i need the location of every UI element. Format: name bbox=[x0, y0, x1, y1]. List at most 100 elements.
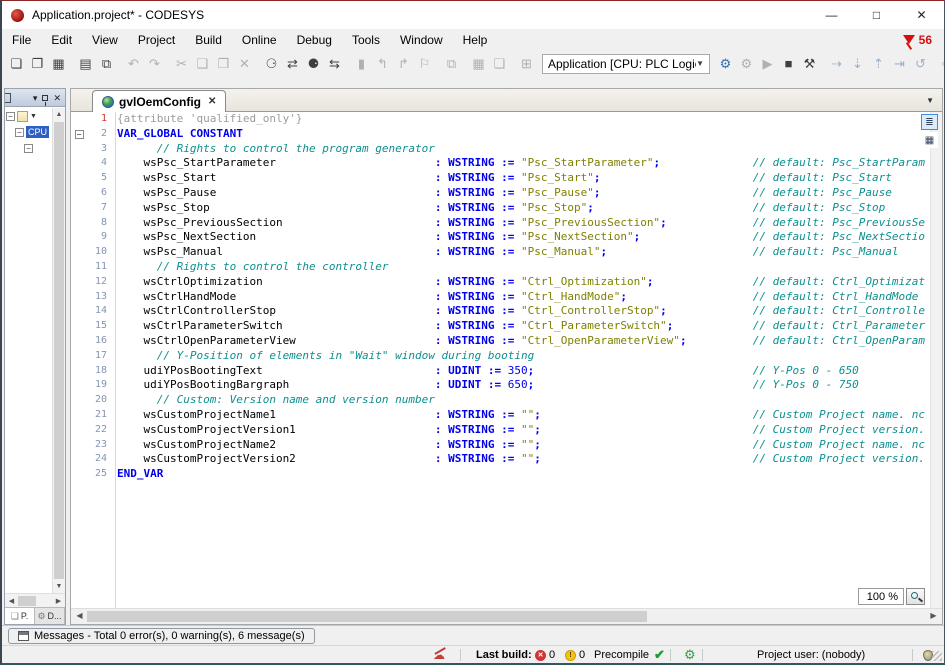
toggle-bookmark-button[interactable]: ▮ bbox=[351, 53, 372, 75]
redo-button[interactable]: ↷ bbox=[144, 53, 165, 75]
menu-item-build[interactable]: Build bbox=[185, 31, 232, 49]
menu-item-online[interactable]: Online bbox=[232, 31, 287, 49]
step-out-button[interactable]: ⇡ bbox=[868, 53, 889, 75]
logout-button[interactable]: ⚙ bbox=[736, 53, 757, 75]
project-user[interactable]: Project user: (nobody) bbox=[757, 646, 865, 664]
scroll-right-arrow[interactable]: ▶ bbox=[927, 611, 940, 620]
delete-button[interactable]: ✕ bbox=[234, 53, 255, 75]
new-file-button[interactable]: ❏ bbox=[6, 53, 27, 75]
clear-bookmarks-button[interactable]: ⚐ bbox=[414, 53, 435, 75]
scroll-left-arrow[interactable]: ◀ bbox=[5, 597, 18, 605]
minimize-button[interactable]: — bbox=[809, 1, 854, 29]
devices-vertical-scrollbar[interactable]: ▲ ▼ bbox=[52, 108, 65, 593]
zoom-button[interactable] bbox=[906, 588, 925, 605]
code-line-12[interactable]: 12 wsCtrlOptimization : WSTRING := "Ctrl… bbox=[71, 275, 942, 290]
scrollbar-thumb[interactable] bbox=[54, 122, 64, 579]
open-project-button[interactable]: ❐ bbox=[27, 53, 48, 75]
previous-bookmark-button[interactable]: ↰ bbox=[372, 53, 393, 75]
code-line-9[interactable]: 9 wsPsc_NextSection : WSTRING := "Psc_Ne… bbox=[71, 230, 942, 245]
expand-toggle[interactable]: − bbox=[6, 112, 15, 121]
find-button[interactable]: ⚆ bbox=[261, 53, 282, 75]
tab-list-dropdown-icon[interactable]: ▼ bbox=[926, 96, 934, 105]
panel-dropdown-icon[interactable]: ▾ bbox=[33, 93, 38, 103]
code-line-19[interactable]: 19 udiYPosBootingBargraph : UDINT := 650… bbox=[71, 378, 942, 393]
code-line-7[interactable]: 7 wsPsc_Stop : WSTRING := "Psc_Stop"; //… bbox=[71, 201, 942, 216]
copy-button[interactable]: ❑ bbox=[192, 53, 213, 75]
scroll-up-arrow[interactable]: ▲ bbox=[53, 108, 65, 121]
run-to-cursor-button[interactable]: ⇥ bbox=[889, 53, 910, 75]
expand-toggle[interactable]: − bbox=[24, 144, 33, 153]
reset-button[interactable]: ↺ bbox=[910, 53, 931, 75]
code-line-18[interactable]: 18 udiYPosBootingText : UDINT := 350; //… bbox=[71, 364, 942, 379]
stop-button[interactable]: ■ bbox=[778, 53, 799, 75]
code-line-6[interactable]: 6 wsPsc_Pause : WSTRING := "Psc_Pause"; … bbox=[71, 186, 942, 201]
scroll-left-arrow[interactable]: ◀ bbox=[73, 611, 86, 620]
tab-gvloemconfig[interactable]: gvlOemConfig ✕ bbox=[92, 90, 226, 112]
view-grid-button[interactable]: ▦ bbox=[468, 53, 489, 75]
code-line-20[interactable]: 20 // Custom: Version name and version n… bbox=[71, 393, 942, 408]
chevron-down-icon[interactable]: ▼ bbox=[30, 113, 37, 120]
scroll-right-arrow[interactable]: ▶ bbox=[52, 597, 65, 605]
force-values-button[interactable]: ⇨ bbox=[937, 53, 945, 75]
zoom-level[interactable]: 100 % bbox=[858, 588, 904, 605]
scrollbar-thumb[interactable] bbox=[87, 611, 647, 622]
messages-tab[interactable]: Messages - Total 0 error(s), 0 warning(s… bbox=[8, 628, 315, 644]
cut-button[interactable]: ✂ bbox=[171, 53, 192, 75]
new-object-button[interactable]: ❏ bbox=[489, 53, 510, 75]
replace-in-project-button[interactable]: ⇆ bbox=[324, 53, 345, 75]
panel-close-icon[interactable]: ✕ bbox=[53, 93, 61, 103]
maximize-button[interactable]: □ bbox=[854, 1, 899, 29]
paste-button[interactable]: ❒ bbox=[213, 53, 234, 75]
replace-button[interactable]: ⇄ bbox=[282, 53, 303, 75]
undo-button[interactable]: ↶ bbox=[123, 53, 144, 75]
multi-document-button[interactable]: ⧉ bbox=[441, 53, 462, 75]
menu-item-tools[interactable]: Tools bbox=[342, 31, 390, 49]
scrollbar-thumb[interactable] bbox=[18, 596, 36, 606]
start-button[interactable]: ▶ bbox=[757, 53, 778, 75]
notification-area[interactable]: 56 bbox=[903, 33, 932, 47]
editor-horizontal-scrollbar[interactable]: ◀ ▶ bbox=[71, 608, 942, 624]
code-line-24[interactable]: 24 wsCustomProjectVersion2 : WSTRING := … bbox=[71, 452, 942, 467]
code-line-23[interactable]: 23 wsCustomProjectName2 : WSTRING := "";… bbox=[71, 438, 942, 453]
code-line-22[interactable]: 22 wsCustomProjectVersion1 : WSTRING := … bbox=[71, 423, 942, 438]
login-button[interactable]: ⚙ bbox=[715, 53, 736, 75]
step-into-button[interactable]: ⇣ bbox=[847, 53, 868, 75]
code-line-16[interactable]: 16 wsCtrlOpenParameterView : WSTRING := … bbox=[71, 334, 942, 349]
code-line-17[interactable]: 17 // Y-Position of elements in "Wait" w… bbox=[71, 349, 942, 364]
code-line-8[interactable]: 8 wsPsc_PreviousSection : WSTRING := "Ps… bbox=[71, 216, 942, 231]
code-line-25[interactable]: 25END_VAR bbox=[71, 467, 942, 482]
security-gear-icon[interactable]: ⚙ bbox=[684, 646, 696, 664]
close-button[interactable]: ✕ bbox=[899, 1, 944, 29]
pin-icon[interactable] bbox=[42, 95, 48, 101]
tabular-view-button[interactable]: ▦ bbox=[921, 132, 938, 148]
print-button[interactable]: ▤ bbox=[75, 53, 96, 75]
active-application-combo[interactable]: Application [CPU: PLC Logic]▼ bbox=[542, 54, 710, 74]
chevron-down-icon[interactable]: ▼ bbox=[696, 59, 704, 68]
menu-item-view[interactable]: View bbox=[82, 31, 128, 49]
expand-toggle[interactable]: − bbox=[15, 128, 24, 137]
menu-item-help[interactable]: Help bbox=[453, 31, 498, 49]
code-line-10[interactable]: 10 wsPsc_Manual : WSTRING := "Psc_Manual… bbox=[71, 245, 942, 260]
save-button[interactable]: ▦ bbox=[48, 53, 69, 75]
menu-item-window[interactable]: Window bbox=[390, 31, 453, 49]
fold-toggle-icon[interactable]: − bbox=[71, 127, 87, 142]
code-line-1[interactable]: 1{attribute 'qualified_only'} bbox=[71, 112, 942, 127]
code-line-21[interactable]: 21 wsCustomProjectName1 : WSTRING := "";… bbox=[71, 408, 942, 423]
code-line-15[interactable]: 15 wsCtrlParameterSwitch : WSTRING := "C… bbox=[71, 319, 942, 334]
find-in-project-button[interactable]: ⚈ bbox=[303, 53, 324, 75]
textual-view-button[interactable]: ≣ bbox=[921, 114, 938, 130]
library-manager-button[interactable]: ⊞ bbox=[516, 53, 537, 75]
tab-devices[interactable]: ⚙ D... bbox=[35, 608, 65, 624]
code-line-13[interactable]: 13 wsCtrlHandMode : WSTRING := "Ctrl_Han… bbox=[71, 290, 942, 305]
copy-pages-button[interactable]: ⧉ bbox=[96, 53, 117, 75]
scroll-down-arrow[interactable]: ▼ bbox=[53, 580, 65, 593]
menu-item-project[interactable]: Project bbox=[128, 31, 185, 49]
code-line-5[interactable]: 5 wsPsc_Start : WSTRING := "Psc_Start"; … bbox=[71, 171, 942, 186]
menu-item-file[interactable]: File bbox=[2, 31, 41, 49]
menu-item-debug[interactable]: Debug bbox=[287, 31, 342, 49]
code-line-4[interactable]: 4 wsPsc_StartParameter : WSTRING := "Psc… bbox=[71, 156, 942, 171]
code-line-11[interactable]: 11 // Rights to control the controller bbox=[71, 260, 942, 275]
code-line-2[interactable]: −2VAR_GLOBAL CONSTANT bbox=[71, 127, 942, 142]
menu-item-edit[interactable]: Edit bbox=[41, 31, 82, 49]
devices-horizontal-scrollbar[interactable]: ◀ ▶ bbox=[5, 593, 65, 607]
